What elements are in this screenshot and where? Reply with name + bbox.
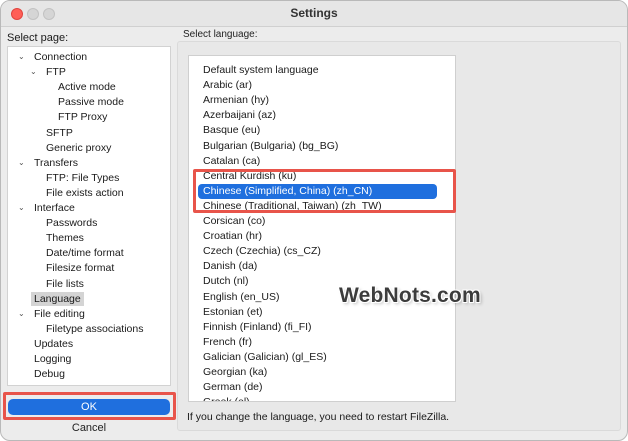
select-language-label: Select language: — [183, 29, 258, 40]
sidebar-item-label: FTP — [46, 66, 66, 79]
sidebar-item[interactable]: File lists — [46, 277, 84, 291]
language-option[interactable]: Finnish (Finland) (fi_FI) — [189, 320, 447, 335]
sidebar-item-label: Updates — [34, 337, 74, 350]
sidebar-item-label: File lists — [46, 277, 84, 290]
language-option[interactable]: Armenian (hy) — [189, 93, 447, 108]
sidebar-item-label: File exists action — [46, 186, 124, 199]
sidebar-item[interactable]: FTP: File Types — [46, 171, 119, 185]
sidebar-item[interactable]: Transfers — [34, 156, 78, 170]
language-option[interactable]: Danish (da) — [189, 259, 447, 274]
sidebar-item-label: Passwords — [46, 217, 98, 230]
sidebar-item[interactable]: Filesize format — [46, 261, 114, 275]
sidebar-item[interactable]: Date/time format — [46, 246, 124, 260]
webnots-watermark: WebNots.com — [339, 284, 481, 307]
sidebar-item[interactable]: Themes — [46, 231, 84, 245]
sidebar-item-label: Generic proxy — [46, 141, 112, 154]
sidebar-item[interactable]: Active mode — [58, 80, 116, 94]
window-title: Settings — [290, 6, 338, 20]
sidebar-item[interactable]: Passwords — [46, 216, 97, 230]
sidebar-item[interactable]: SFTP — [46, 126, 73, 140]
language-highlight-box — [193, 169, 456, 213]
sidebar-item[interactable]: Connection — [34, 50, 87, 64]
language-option[interactable]: Catalan (ca) — [189, 154, 447, 169]
sidebar-item[interactable]: Updates — [34, 337, 73, 351]
sidebar-item[interactable]: Interface — [34, 201, 75, 215]
sidebar-item-label: Passive mode — [58, 96, 124, 109]
sidebar-item-label: FTP Proxy — [58, 111, 108, 124]
language-list[interactable]: Default system language Arabic (ar) Armeni… — [188, 55, 456, 402]
chevron-down-icon[interactable]: ⌄ — [18, 50, 25, 64]
language-option[interactable]: German (de) — [189, 380, 447, 395]
select-page-label: Select page: — [7, 32, 69, 44]
language-option[interactable]: Greek (el) — [189, 395, 447, 401]
sidebar-item-label: FTP: File Types — [46, 171, 120, 184]
language-option[interactable]: Default system language — [189, 63, 447, 78]
sidebar-item[interactable]: Passive mode — [58, 95, 124, 109]
sidebar-item[interactable]: Filetype associations — [46, 322, 143, 336]
sidebar-item-label: Date/time format — [46, 247, 124, 260]
sidebar-item[interactable]: Language — [31, 291, 84, 306]
language-option[interactable]: Azerbaijani (az) — [189, 108, 447, 123]
sidebar-item[interactable]: File editing — [34, 307, 85, 321]
language-option[interactable]: Czech (Czechia) (cs_CZ) — [189, 244, 447, 259]
sidebar-item-label: Transfers — [34, 156, 78, 169]
chevron-down-icon[interactable]: ⌄ — [18, 156, 25, 170]
language-option[interactable]: Corsican (co) — [189, 214, 447, 229]
ok-button[interactable]: OK — [8, 399, 170, 415]
sidebar-item[interactable]: Logging — [34, 352, 71, 366]
sidebar-item-label: SFTP — [46, 126, 73, 139]
language-option[interactable]: Basque (eu) — [189, 123, 447, 138]
settings-window: Settings Select page: Connection ⌄ FTP ⌄ Act… — [0, 0, 628, 441]
sidebar-item-label: Language — [34, 292, 81, 305]
sidebar-item-label: Filesize format — [46, 262, 115, 275]
sidebar-item-label: Filetype associations — [46, 322, 144, 335]
language-option[interactable]: Arabic (ar) — [189, 78, 447, 93]
cancel-button[interactable]: Cancel — [8, 420, 170, 436]
sidebar-item[interactable]: FTP Proxy — [58, 110, 107, 124]
chevron-down-icon[interactable]: ⌄ — [18, 201, 25, 215]
settings-page-tree: Connection ⌄ FTP ⌄ Active mode Passive mode FT… — [7, 46, 171, 386]
chevron-down-icon[interactable]: ⌄ — [18, 307, 25, 321]
sidebar-item-label: Connection — [34, 51, 88, 63]
chevron-down-icon[interactable]: ⌄ — [30, 65, 37, 79]
language-option[interactable]: French (fr) — [189, 335, 447, 350]
language-option[interactable]: Georgian (ka) — [189, 365, 447, 380]
sidebar-item[interactable]: FTP — [46, 65, 66, 79]
sidebar-item-label: Debug — [34, 368, 65, 381]
language-option[interactable]: Galician (Galician) (gl_ES) — [189, 350, 447, 365]
language-option[interactable]: Bulgarian (Bulgaria) (bg_BG) — [189, 139, 447, 154]
sidebar-item[interactable]: Generic proxy — [46, 141, 111, 155]
sidebar-item-label: File editing — [34, 307, 85, 320]
title-bar: Settings — [1, 1, 627, 27]
sidebar-item-label: Logging — [34, 353, 72, 365]
restart-notice: If you change the language, you need to … — [187, 411, 450, 423]
sidebar-item-label: Themes — [46, 232, 84, 245]
sidebar-item-label: Interface — [34, 202, 75, 214]
language-option[interactable]: Croatian (hr) — [189, 229, 447, 244]
sidebar-item-label: Active mode — [58, 81, 116, 94]
sidebar-item[interactable]: File exists action — [46, 186, 124, 200]
sidebar-item[interactable]: Debug — [34, 367, 65, 381]
